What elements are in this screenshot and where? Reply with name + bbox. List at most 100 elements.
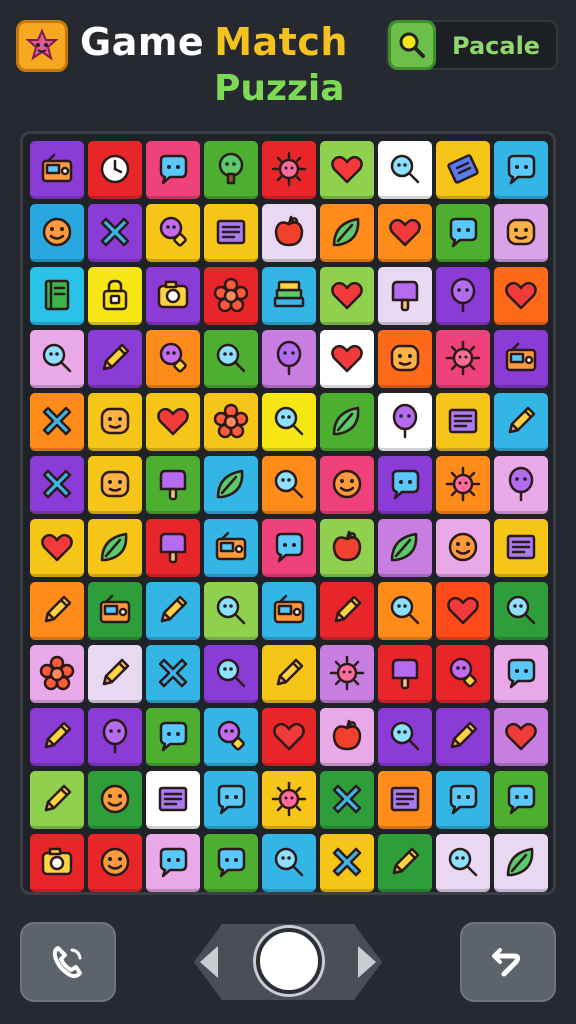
tile[interactable] bbox=[378, 456, 432, 514]
tile[interactable] bbox=[30, 708, 84, 766]
tile[interactable] bbox=[262, 141, 316, 199]
tile[interactable] bbox=[204, 204, 258, 262]
tile[interactable] bbox=[494, 141, 548, 199]
tile[interactable] bbox=[436, 834, 490, 892]
tile[interactable] bbox=[320, 393, 374, 451]
tile[interactable] bbox=[494, 645, 548, 703]
tile[interactable] bbox=[320, 204, 374, 262]
tile[interactable] bbox=[30, 204, 84, 262]
tile[interactable] bbox=[88, 204, 142, 262]
tile[interactable] bbox=[436, 771, 490, 829]
tile[interactable] bbox=[204, 519, 258, 577]
tile[interactable] bbox=[88, 456, 142, 514]
tile[interactable] bbox=[378, 834, 432, 892]
tile[interactable] bbox=[436, 267, 490, 325]
tile[interactable] bbox=[88, 141, 142, 199]
tile[interactable] bbox=[494, 204, 548, 262]
tile[interactable] bbox=[146, 771, 200, 829]
tile[interactable] bbox=[320, 834, 374, 892]
tile[interactable] bbox=[320, 708, 374, 766]
tile[interactable] bbox=[320, 771, 374, 829]
tile[interactable] bbox=[378, 204, 432, 262]
tile[interactable] bbox=[494, 519, 548, 577]
tile[interactable] bbox=[30, 582, 84, 640]
tile[interactable] bbox=[88, 708, 142, 766]
tile[interactable] bbox=[262, 204, 316, 262]
tile[interactable] bbox=[494, 330, 548, 388]
tile[interactable] bbox=[204, 141, 258, 199]
tile[interactable] bbox=[30, 393, 84, 451]
tile[interactable] bbox=[262, 267, 316, 325]
tile[interactable] bbox=[204, 582, 258, 640]
tile[interactable] bbox=[88, 519, 142, 577]
swap-button[interactable] bbox=[460, 922, 556, 1002]
tile[interactable] bbox=[146, 708, 200, 766]
tile[interactable] bbox=[88, 645, 142, 703]
tile[interactable] bbox=[436, 141, 490, 199]
tile[interactable] bbox=[436, 456, 490, 514]
profile-button[interactable]: Pacale bbox=[386, 20, 558, 70]
tile[interactable] bbox=[378, 519, 432, 577]
tile[interactable] bbox=[30, 141, 84, 199]
tile[interactable] bbox=[146, 141, 200, 199]
tile[interactable] bbox=[146, 456, 200, 514]
tile[interactable] bbox=[494, 771, 548, 829]
tile[interactable] bbox=[320, 141, 374, 199]
tile[interactable] bbox=[88, 771, 142, 829]
tile[interactable] bbox=[436, 204, 490, 262]
tile[interactable] bbox=[88, 267, 142, 325]
phone-button[interactable] bbox=[20, 922, 116, 1002]
tile[interactable] bbox=[262, 330, 316, 388]
tile[interactable] bbox=[146, 204, 200, 262]
tile[interactable] bbox=[262, 519, 316, 577]
tile[interactable] bbox=[146, 393, 200, 451]
tile[interactable] bbox=[146, 582, 200, 640]
tile[interactable] bbox=[204, 834, 258, 892]
tile[interactable] bbox=[146, 834, 200, 892]
tile[interactable] bbox=[320, 456, 374, 514]
tile[interactable] bbox=[378, 645, 432, 703]
tile[interactable] bbox=[378, 771, 432, 829]
tile[interactable] bbox=[204, 330, 258, 388]
tile[interactable] bbox=[146, 519, 200, 577]
tile[interactable] bbox=[146, 645, 200, 703]
tile[interactable] bbox=[88, 834, 142, 892]
tile[interactable] bbox=[378, 393, 432, 451]
tile[interactable] bbox=[320, 519, 374, 577]
tile[interactable] bbox=[262, 645, 316, 703]
tile[interactable] bbox=[88, 393, 142, 451]
tile[interactable] bbox=[30, 645, 84, 703]
tile[interactable] bbox=[88, 330, 142, 388]
tile[interactable] bbox=[494, 708, 548, 766]
tile[interactable] bbox=[146, 267, 200, 325]
tile[interactable] bbox=[146, 330, 200, 388]
tile[interactable] bbox=[436, 393, 490, 451]
tile[interactable] bbox=[204, 708, 258, 766]
tile[interactable] bbox=[320, 330, 374, 388]
tile[interactable] bbox=[494, 834, 548, 892]
tile[interactable] bbox=[436, 519, 490, 577]
tile[interactable] bbox=[494, 456, 548, 514]
tile[interactable] bbox=[320, 645, 374, 703]
tile[interactable] bbox=[30, 519, 84, 577]
tile[interactable] bbox=[378, 708, 432, 766]
tile[interactable] bbox=[204, 645, 258, 703]
tile[interactable] bbox=[494, 582, 548, 640]
tile[interactable] bbox=[436, 582, 490, 640]
tile[interactable] bbox=[30, 771, 84, 829]
tile[interactable] bbox=[436, 708, 490, 766]
app-icon[interactable] bbox=[16, 20, 68, 72]
tile[interactable] bbox=[204, 267, 258, 325]
tile[interactable] bbox=[204, 771, 258, 829]
tile[interactable] bbox=[262, 708, 316, 766]
tile[interactable] bbox=[204, 393, 258, 451]
tile[interactable] bbox=[204, 456, 258, 514]
tile[interactable] bbox=[436, 645, 490, 703]
tile[interactable] bbox=[378, 330, 432, 388]
tile[interactable] bbox=[262, 456, 316, 514]
tile[interactable] bbox=[30, 267, 84, 325]
tile[interactable] bbox=[378, 141, 432, 199]
tile[interactable] bbox=[320, 267, 374, 325]
tile[interactable] bbox=[494, 393, 548, 451]
tile[interactable] bbox=[262, 771, 316, 829]
